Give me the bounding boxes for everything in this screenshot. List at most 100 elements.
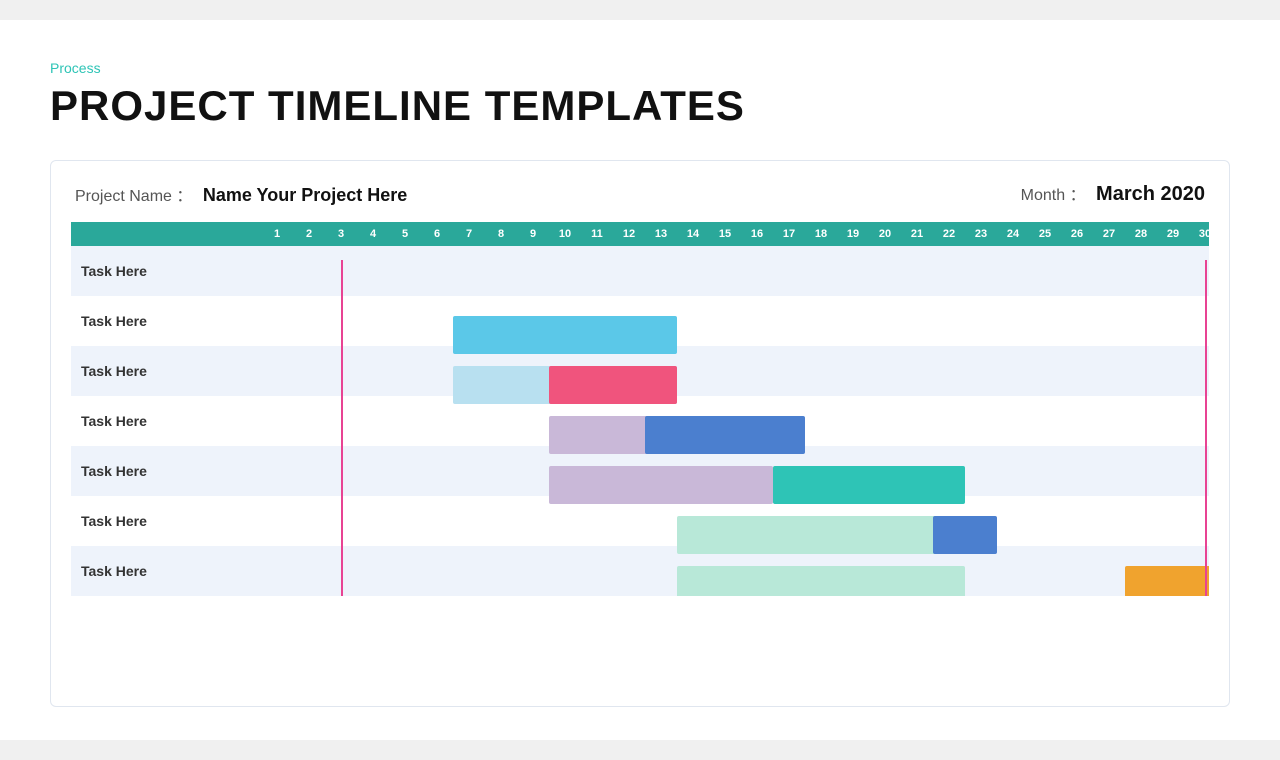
day-cell [741,496,773,546]
day-cell [453,396,485,446]
day-cell [1157,496,1189,546]
table-row: Task Here [71,296,1209,346]
day-cell [741,296,773,346]
day-cell [613,446,645,496]
day-cell [1093,446,1125,496]
day-cell [677,296,709,346]
day-cell [325,446,357,496]
task-name-cell: Task Here [71,496,261,546]
day-cell [869,546,901,596]
month-section: Month ： March 2020 [1021,181,1205,206]
day-cell [773,496,805,546]
day-cell [933,246,965,296]
day-cell [741,446,773,496]
day-cell [1061,546,1093,596]
day-cell [357,346,389,396]
day-cell [325,296,357,346]
day-cell [325,346,357,396]
day-cell [677,396,709,446]
day-cell [741,246,773,296]
day-cell [965,246,997,296]
day-cell [709,396,741,446]
day-cell [261,296,293,346]
day-cell [1125,446,1157,496]
day-cell [1093,296,1125,346]
day-cell [389,546,421,596]
project-name-separator: ： [176,188,192,205]
day-cell [1189,246,1209,296]
day-cell [933,296,965,346]
task-name-cell: Task Here [71,296,261,346]
day-cell [869,396,901,446]
day-cell [869,446,901,496]
day-cell [997,496,1029,546]
day-cell [293,496,325,546]
day-cell [261,396,293,446]
day-cell [965,546,997,596]
day-cell [613,546,645,596]
day-cell [645,546,677,596]
task-name-cell: Task Here [71,246,261,296]
day-cell [357,446,389,496]
day-cell [901,446,933,496]
day-cell [1029,496,1061,546]
day-cell [485,296,517,346]
day-cell [453,246,485,296]
day-cell [645,296,677,346]
table-row: Task Here [71,246,1209,296]
day-cell [1029,396,1061,446]
day-cell [901,496,933,546]
day-cell [869,246,901,296]
day-cell [389,296,421,346]
day-cell [613,296,645,346]
project-info: Project Name ： Name Your Project Here Mo… [71,181,1209,206]
category-label: Process [50,60,1230,76]
day-cell [709,246,741,296]
day-cell [1093,496,1125,546]
day-cell [389,346,421,396]
day-cell [773,446,805,496]
day-cell [1029,446,1061,496]
day-cell [997,346,1029,396]
day-cell [517,346,549,396]
day-cell [357,246,389,296]
day-cell [581,396,613,446]
day-cell [1125,296,1157,346]
task-name-cell: Task Here [71,396,261,446]
day-cell [997,546,1029,596]
day-cell [1189,346,1209,396]
day-cell [453,496,485,546]
day-cell [293,346,325,396]
day-cell [293,546,325,596]
day-cell [613,246,645,296]
day-cell [517,496,549,546]
day-cell [1061,446,1093,496]
day-cell [901,396,933,446]
day-cell [581,346,613,396]
day-cell [389,246,421,296]
month-label: Month [1021,187,1065,204]
day-cell [837,546,869,596]
day-cell [677,346,709,396]
day-cell [805,296,837,346]
day-cell [1029,246,1061,296]
day-cell [997,296,1029,346]
day-cell [997,446,1029,496]
day-cell [965,296,997,346]
day-cell [741,346,773,396]
day-cell [837,446,869,496]
month-separator: ： [1070,187,1086,204]
main-title: PROJECT TIMELINE TEMPLATES [50,82,1230,130]
day-cell [485,446,517,496]
day-cell [421,246,453,296]
day-cell [997,246,1029,296]
day-cell [805,346,837,396]
day-cell [1093,246,1125,296]
day-cell [677,446,709,496]
day-cell [933,396,965,446]
project-name-value: Name Your Project Here [203,185,407,205]
day-cell [837,296,869,346]
day-cell [1093,396,1125,446]
day-cell [453,346,485,396]
day-cell [805,496,837,546]
